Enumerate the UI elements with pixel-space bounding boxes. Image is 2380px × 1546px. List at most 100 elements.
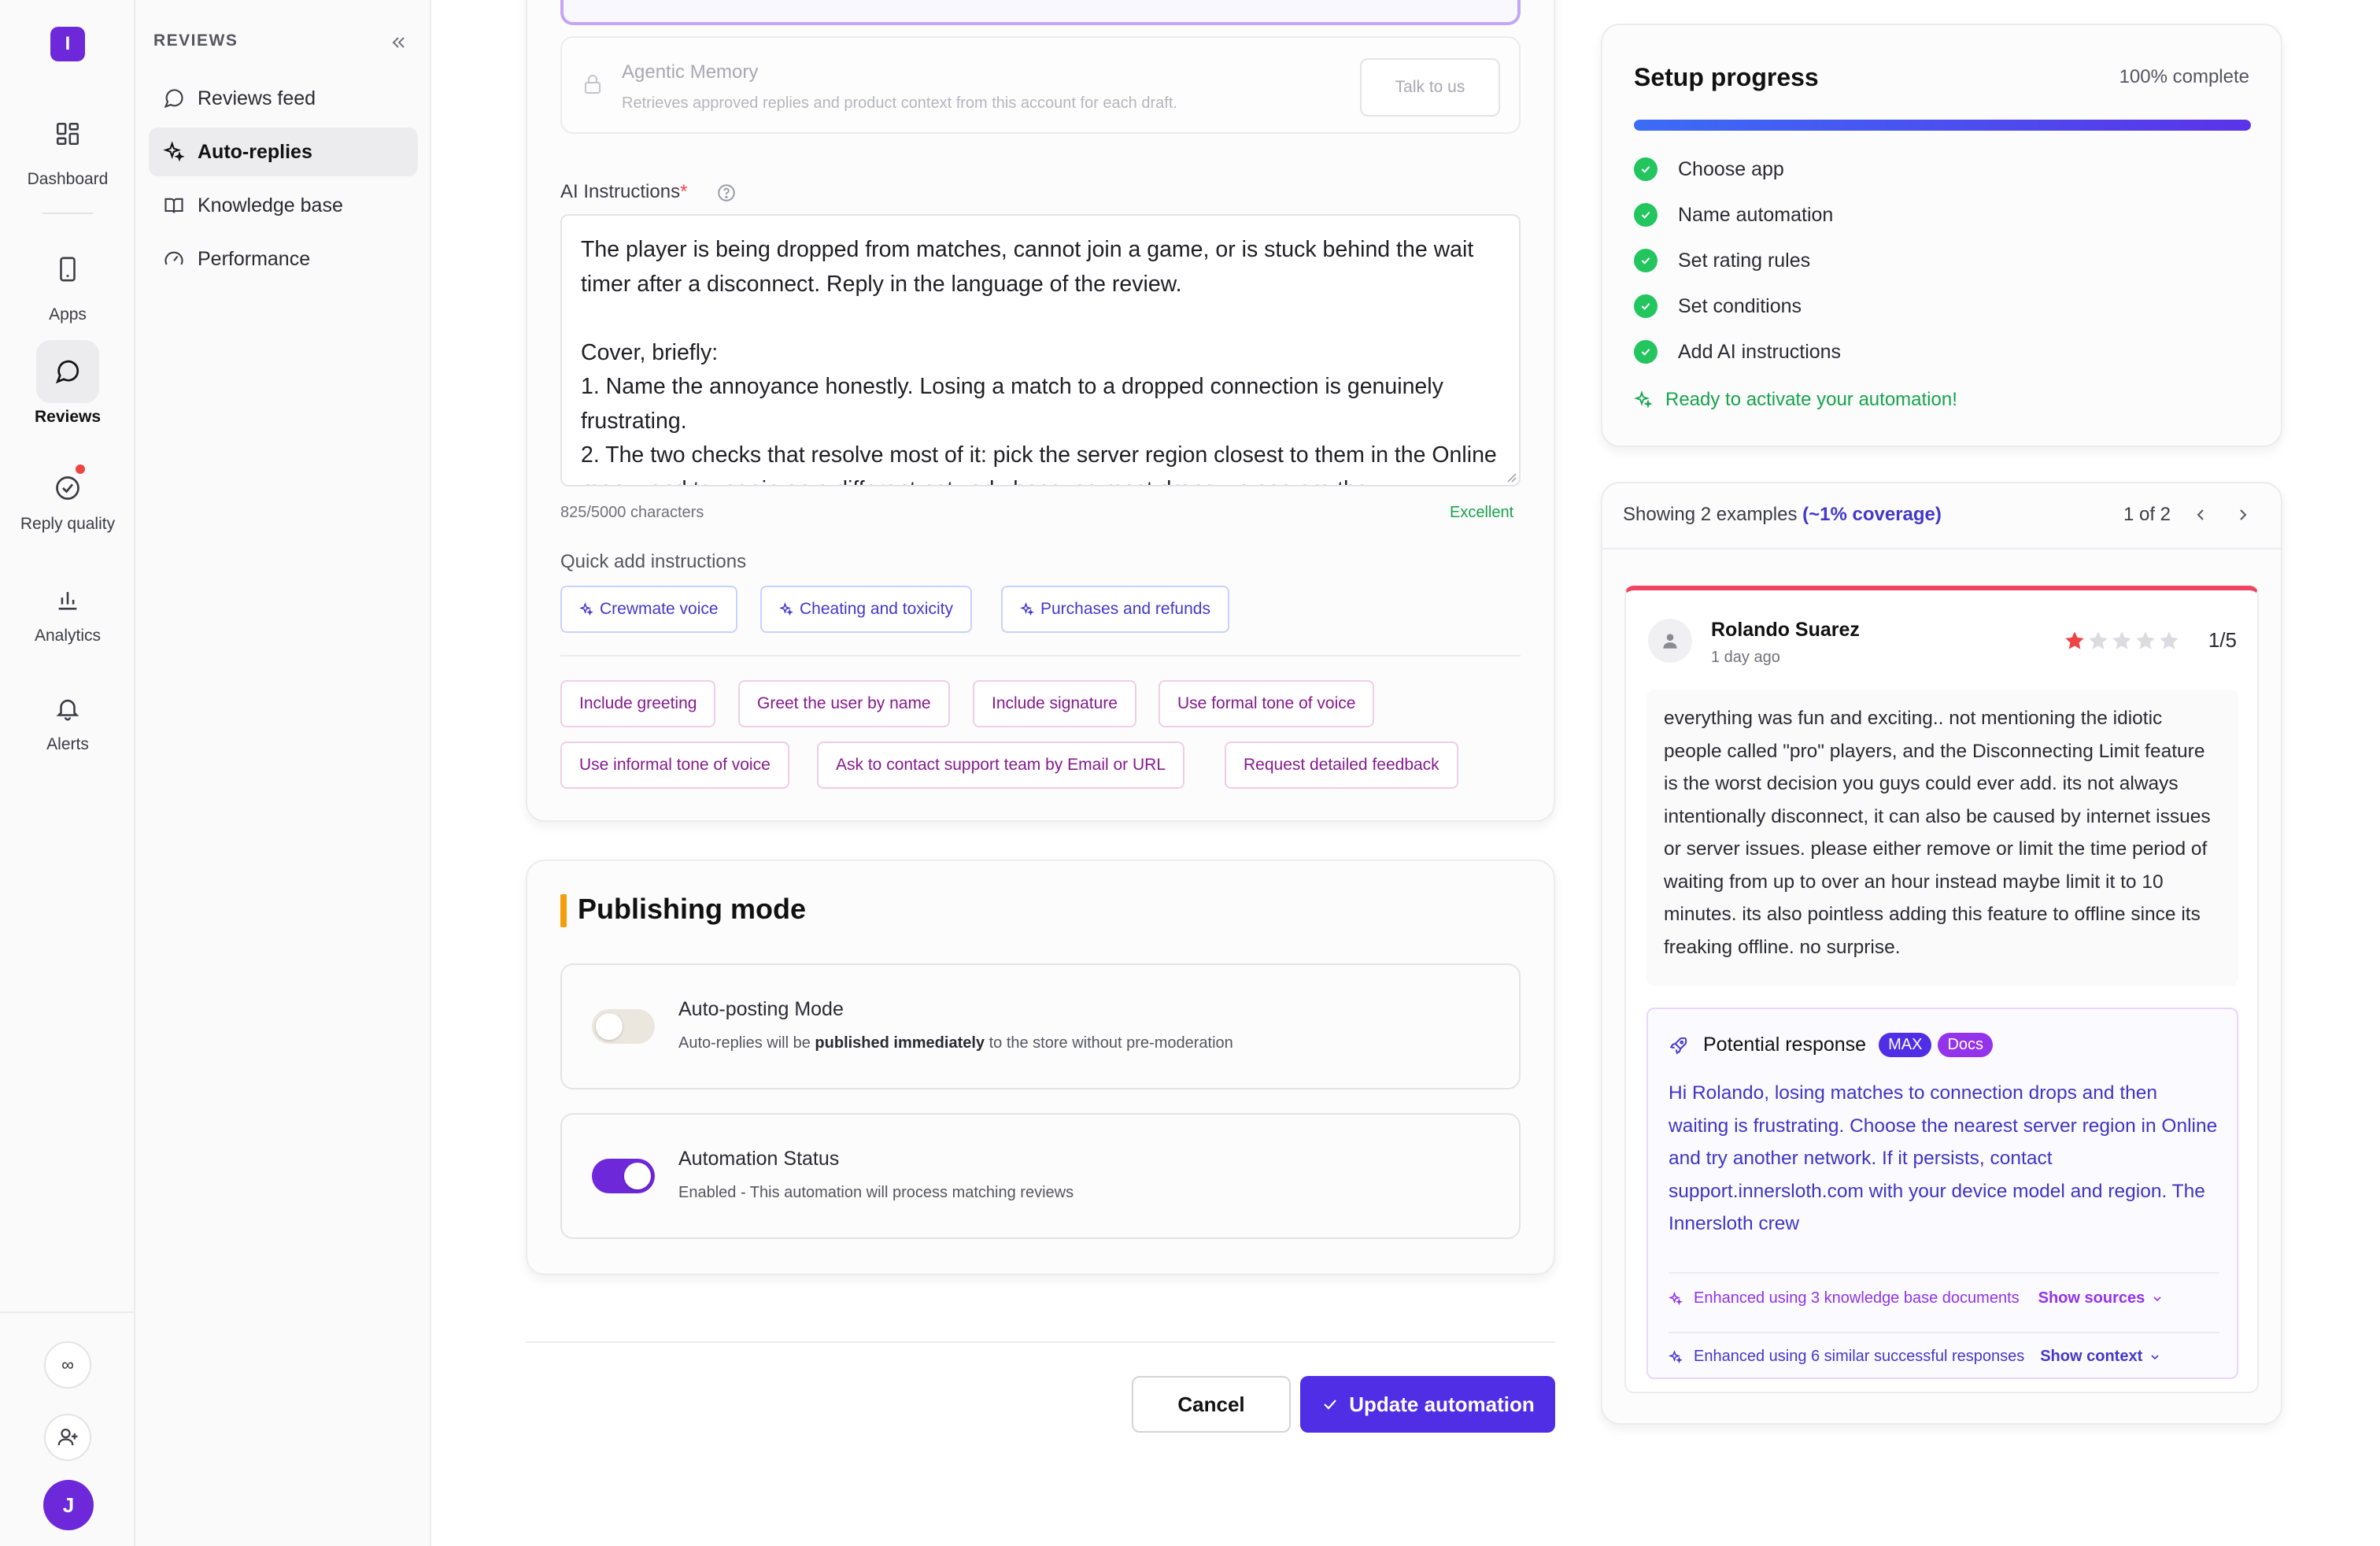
ready-message: Ready to activate your automation! xyxy=(1634,389,1957,411)
setup-step-label: Choose app xyxy=(1678,157,1784,180)
user-icon xyxy=(1648,619,1692,663)
quick-add-label: Quick add instructions xyxy=(560,551,747,572)
phone-icon xyxy=(36,238,99,301)
chevron-left-icon[interactable] xyxy=(2191,505,2210,524)
collapse-sidebar-button[interactable] xyxy=(386,30,411,55)
ready-text: Ready to activate your automation! xyxy=(1665,389,1957,410)
infinity-button[interactable]: ∞ xyxy=(44,1341,91,1389)
docs-badge: Docs xyxy=(1938,1033,1994,1057)
rail-divider xyxy=(42,213,93,214)
resize-handle-icon xyxy=(1507,473,1517,483)
quick-add-chip[interactable]: Ask to contact support team by Email or … xyxy=(817,742,1185,789)
automation-status-toggle[interactable] xyxy=(592,1159,655,1193)
review-body: everything was fun and exciting.. not me… xyxy=(1646,690,2238,986)
auto-posting-toggle[interactable] xyxy=(592,1009,655,1044)
sidebar-item-reviews-feed[interactable]: Reviews feed xyxy=(149,74,418,123)
star-icon xyxy=(2160,631,2179,649)
examples-pager: 1 of 2 xyxy=(2123,504,2171,525)
divider xyxy=(1602,548,2281,549)
show-sources-link[interactable]: Show sources xyxy=(2038,1289,2164,1307)
show-context-link[interactable]: Show context xyxy=(2040,1348,2161,1366)
rail-item-analytics[interactable]: Analytics xyxy=(0,568,135,645)
chevron-right-icon[interactable] xyxy=(2234,505,2252,524)
rail-item-reply-quality[interactable]: Reply quality xyxy=(0,457,135,534)
examples-showing: Showing 2 examples xyxy=(1623,504,1803,525)
setup-step: Set conditions xyxy=(1634,294,1802,318)
add-user-button[interactable] xyxy=(44,1414,91,1461)
automation-status-description: Enabled - This automation will process m… xyxy=(678,1184,1074,1201)
lock-icon xyxy=(585,75,601,94)
star-icon xyxy=(2065,631,2084,649)
response-title: Potential response xyxy=(1703,1034,1867,1056)
knowledge-note-text: Enhanced using 3 knowledge base document… xyxy=(1694,1289,2020,1307)
quick-add-chip[interactable]: Greet the user by name xyxy=(738,680,950,727)
quick-add-chip[interactable]: Include signature xyxy=(973,680,1136,727)
setup-step-label: Set conditions xyxy=(1678,294,1802,317)
quick-add-chip[interactable]: Crewmate voice xyxy=(560,586,737,633)
rail-label: Apps xyxy=(49,305,87,324)
toggle-knob xyxy=(596,1013,623,1040)
automation-status-box: Automation Status Enabled - This automat… xyxy=(560,1113,1521,1239)
similar-note-text: Enhanced using 6 similar successful resp… xyxy=(1694,1348,2025,1365)
chevron-down-icon xyxy=(2151,1354,2159,1359)
memory-title: Agentic Memory xyxy=(622,61,759,83)
divider xyxy=(526,1341,1555,1343)
app-rail: I Dashboard Apps Reviews Reply quality A… xyxy=(0,0,135,1546)
ai-instructions-label: AI Instructions* xyxy=(560,181,687,203)
check-badge-icon xyxy=(36,457,99,520)
check-icon xyxy=(1324,1400,1337,1410)
quality-indicator: Excellent xyxy=(1450,504,1514,521)
toggle-knob xyxy=(624,1163,651,1189)
setup-progress-bar xyxy=(1634,120,2251,131)
rail-item-dashboard[interactable]: Dashboard xyxy=(0,102,135,189)
sidebar-item-auto-replies[interactable]: Auto-replies xyxy=(149,128,418,176)
chip-label: Crewmate voice xyxy=(600,600,719,618)
update-automation-button[interactable]: Update automation xyxy=(1300,1376,1555,1433)
quick-add-chip[interactable]: Use informal tone of voice xyxy=(560,742,789,789)
bar-chart-icon xyxy=(36,568,99,631)
setup-step-label: Set rating rules xyxy=(1678,249,1811,272)
talk-to-us-button[interactable]: Talk to us xyxy=(1360,58,1500,117)
desc-bold: published immediately xyxy=(815,1034,985,1052)
app-logo[interactable]: I xyxy=(50,27,85,61)
cancel-button[interactable]: Cancel xyxy=(1132,1376,1291,1433)
ai-instructions-textarea[interactable]: The player is being dropped from matches… xyxy=(560,214,1521,486)
show-context-label: Show context xyxy=(2040,1348,2143,1365)
sparkles-icon xyxy=(1020,602,1034,616)
update-automation-label: Update automation xyxy=(1349,1392,1535,1416)
required-mark: * xyxy=(680,181,688,202)
character-count: 825/5000 characters xyxy=(560,504,704,521)
bell-icon xyxy=(36,677,99,740)
sidebar-item-performance[interactable]: Performance xyxy=(149,235,418,283)
setup-step: Set rating rules xyxy=(1634,249,1810,272)
setup-step-label: Add AI instructions xyxy=(1678,340,1842,363)
rail-divider xyxy=(0,1311,135,1313)
sparkles-icon xyxy=(1634,390,1653,409)
setup-progress-fill xyxy=(1634,120,2251,131)
quick-add-chip[interactable]: Cheating and toxicity xyxy=(760,586,972,633)
rail-item-reviews[interactable]: Reviews xyxy=(0,340,135,427)
sidebar-item-label: Performance xyxy=(198,247,311,270)
quick-add-chip[interactable]: Purchases and refunds xyxy=(1001,586,1229,633)
auto-posting-box: Auto-posting Mode Auto-replies will be p… xyxy=(560,963,1521,1089)
sidebar-item-label: Auto-replies xyxy=(198,140,312,163)
publishing-title: Publishing mode xyxy=(578,893,807,925)
previous-field-edge xyxy=(560,0,1521,25)
quick-add-chip[interactable]: Include greeting xyxy=(560,680,716,727)
setup-step: Add AI instructions xyxy=(1634,340,1841,364)
add-user-icon xyxy=(57,1428,78,1446)
sidebar-item-knowledge-base[interactable]: Knowledge base xyxy=(149,181,418,230)
user-avatar[interactable]: J xyxy=(43,1480,94,1530)
chip-label: Cheating and toxicity xyxy=(800,600,953,618)
rail-item-apps[interactable]: Apps xyxy=(0,238,135,324)
star-icon xyxy=(2089,631,2108,649)
review-card: Rolando Suarez 1 day ago 1/5 everything … xyxy=(1624,586,2259,1393)
sparkles-icon xyxy=(1669,1349,1683,1363)
notification-dot xyxy=(76,464,85,474)
desc-prefix: Auto-replies will be xyxy=(678,1034,815,1052)
rail-item-alerts[interactable]: Alerts xyxy=(0,677,135,754)
divider xyxy=(1669,1272,2219,1274)
rail-label: Reviews xyxy=(34,408,102,426)
quick-add-chip[interactable]: Use formal tone of voice xyxy=(1159,680,1375,727)
quick-add-chip[interactable]: Request detailed feedback xyxy=(1225,742,1458,789)
